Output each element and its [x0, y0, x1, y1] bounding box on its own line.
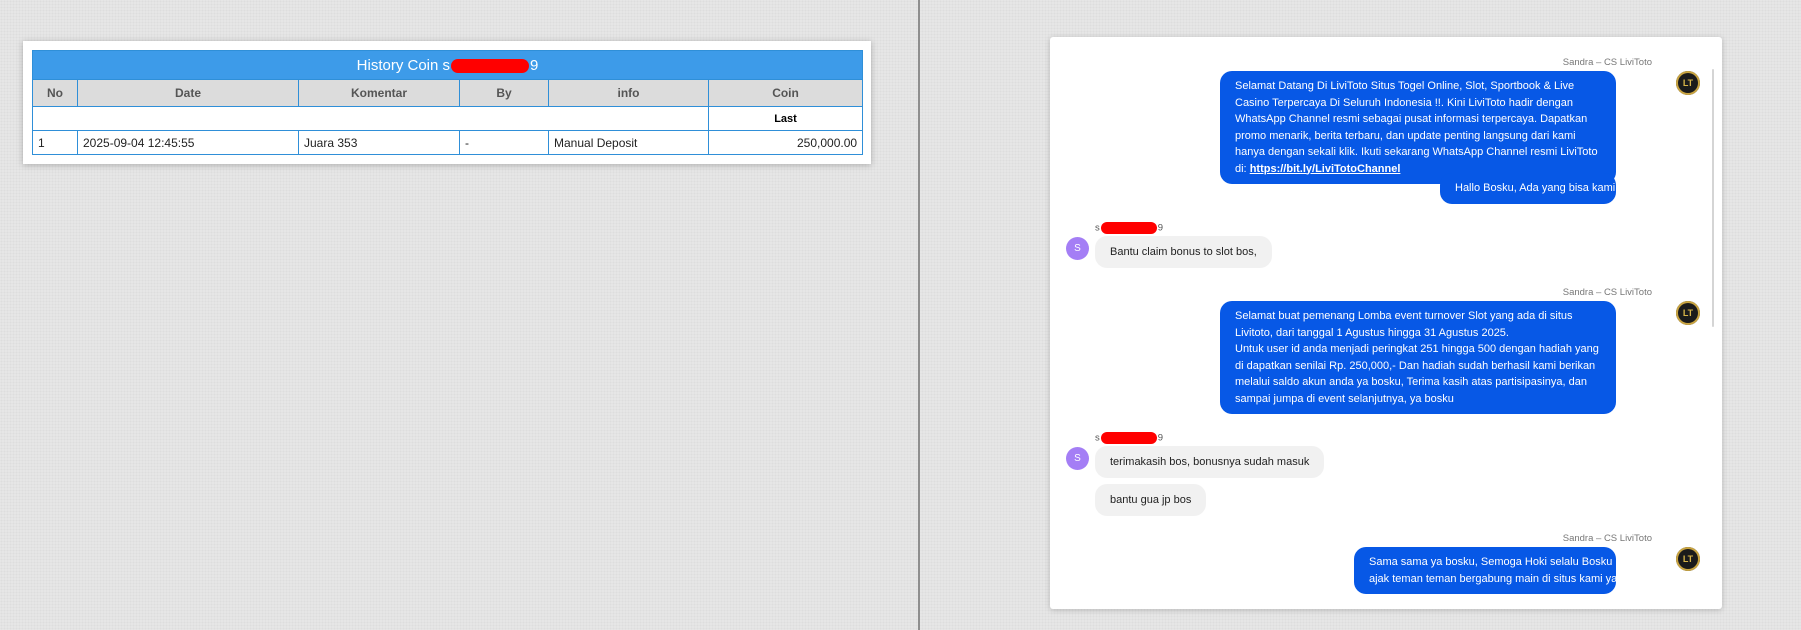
cell-by: - [459, 130, 549, 155]
agent-name-label: Sandra – CS LiviToto [1562, 57, 1652, 68]
whatsapp-channel-link[interactable]: https://bit.ly/LiviTotoChannel [1250, 163, 1401, 175]
agent-message: Hallo Bosku, Ada yang bisa kami bantu? [1440, 173, 1652, 204]
agent-message: Selamat Datang Di LiviToto Situs Togel O… [1220, 71, 1616, 184]
agent-name-label: Sandra – CS LiviToto [1562, 533, 1652, 544]
agent-message: Sama sama ya bosku, Semoga Hoki selalu B… [1354, 547, 1650, 594]
redaction-mark [1100, 432, 1157, 444]
column-header-coin: Coin [707, 79, 864, 107]
user-message: Bantu claim bonus to slot bos, [1095, 236, 1272, 268]
livitoto-logo-icon: LT [1676, 71, 1700, 95]
table-row: 1 2025-09-04 12:45:55 Juara 353 - Manual… [32, 130, 864, 155]
column-header-date: Date [77, 79, 299, 107]
redaction-mark [451, 58, 530, 73]
history-coin-table: History Coin s 9 No Date Komentar By info… [31, 50, 864, 155]
agent-name-label: Sandra – CS LiviToto [1562, 287, 1652, 298]
redaction-mark [1100, 222, 1157, 234]
user-message: bantu gua jp bos [1095, 484, 1207, 516]
title-suffix: 9 [530, 56, 539, 74]
cell-info: Manual Deposit [548, 130, 709, 155]
user-name-label: s9 [1095, 222, 1164, 234]
column-header-no: No [32, 79, 78, 107]
column-header-by: By [459, 79, 549, 107]
column-header-komentar: Komentar [298, 79, 460, 107]
cell-coin: 250,000.00 [707, 130, 864, 155]
chat-panel: Sandra – CS LiviToto Selamat Datang Di L… [1050, 37, 1722, 609]
livitoto-logo-icon: LT [1676, 301, 1700, 325]
cell-no: 1 [32, 130, 78, 155]
column-header-info: info [548, 79, 709, 107]
cell-komentar: Juara 353 [298, 130, 460, 155]
title-prefix: History Coin s [356, 56, 451, 74]
agent-message-line: Untuk user id anda menjadi peringkat 251… [1235, 343, 1599, 405]
user-avatar: S [1066, 447, 1089, 470]
chat-scrollbar[interactable] [1712, 69, 1714, 327]
user-avatar: S [1066, 237, 1089, 260]
user-message: terimakasih bos, bonusnya sudah masuk [1095, 446, 1325, 478]
history-coin-card: History Coin s 9 No Date Komentar By info… [23, 41, 871, 164]
agent-message: Selamat buat pemenang Lomba event turnov… [1220, 301, 1616, 414]
livitoto-logo-icon: LT [1676, 547, 1700, 571]
user-name-label: s9 [1095, 432, 1164, 444]
agent-message-line: ajak teman teman bergabung main di situs… [1369, 572, 1650, 585]
agent-message-text: Selamat Datang Di LiviToto Situs Togel O… [1235, 80, 1598, 175]
agent-message-line: Selamat buat pemenang Lomba event turnov… [1235, 310, 1573, 339]
cell-date: 2025-09-04 12:45:55 [77, 130, 299, 155]
table-header-row: No Date Komentar By info Coin [32, 79, 864, 107]
history-coin-title: History Coin s 9 [31, 50, 864, 80]
table-subheader-row: Last [32, 106, 864, 131]
screen-divider [918, 0, 920, 630]
last-label: Last [707, 106, 864, 131]
agent-message-line: Sama sama ya bosku, Semoga Hoki selalu B… [1369, 556, 1613, 568]
